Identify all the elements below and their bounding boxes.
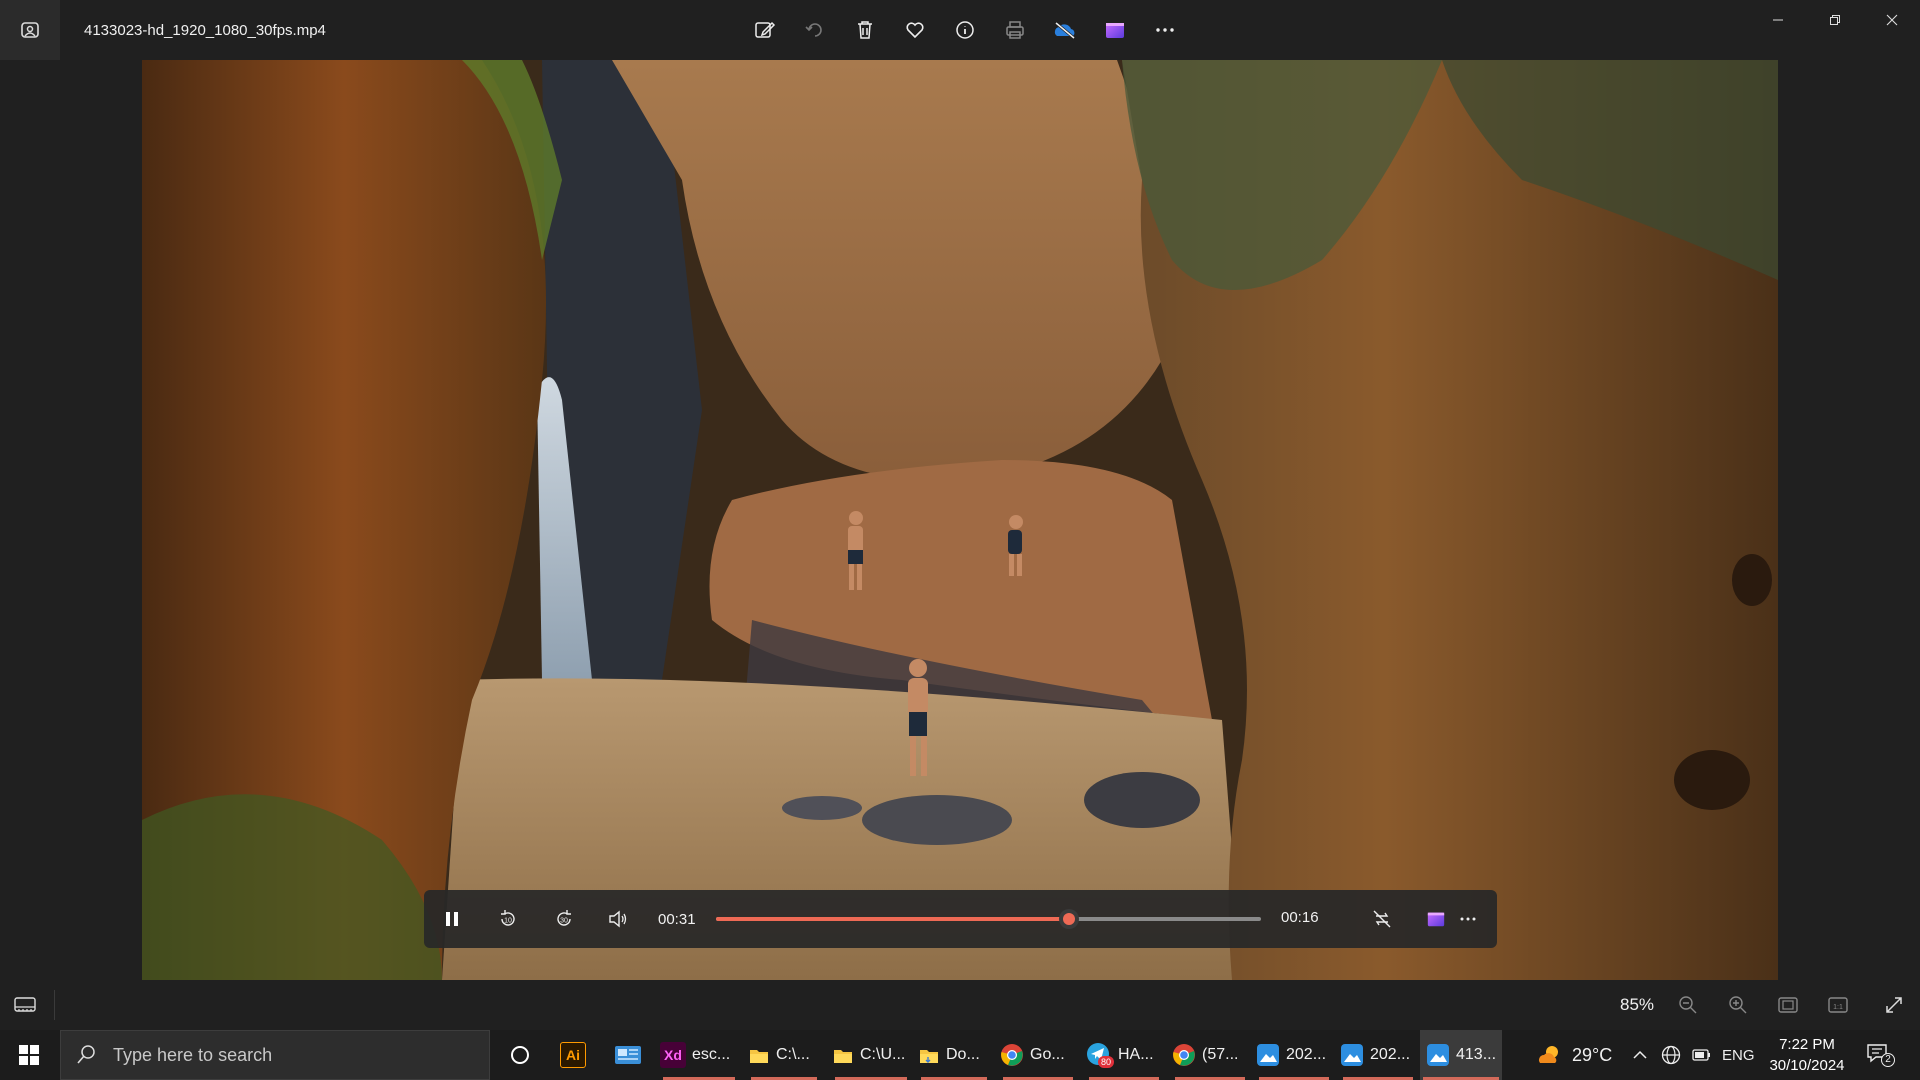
taskbar-item-label: C:\... <box>776 1046 810 1063</box>
fit-to-window-icon[interactable] <box>1771 988 1805 1022</box>
xd-icon: Xd <box>660 1042 686 1068</box>
video-frame[interactable] <box>142 60 1778 980</box>
svg-text:30: 30 <box>560 918 568 925</box>
pause-icon[interactable] <box>432 899 472 939</box>
media-controls: 10 30 00:31 00:16 <box>424 890 1497 948</box>
close-icon[interactable] <box>1863 0 1920 40</box>
taskbar-item-photos-3[interactable]: 413... <box>1420 1030 1502 1080</box>
taskbar-item-folder-2[interactable]: C:\U... <box>832 1030 910 1080</box>
photos-app-window: 4133023-hd_1920_1080_30fps.mp4 10 30 00:… <box>0 0 1920 1030</box>
chrome-icon <box>1001 1044 1023 1066</box>
forward-30-icon[interactable]: 30 <box>544 899 584 939</box>
search-placeholder: Type here to search <box>113 1044 273 1065</box>
taskbar-item-label: 202... <box>1286 1046 1327 1063</box>
notification-center-icon[interactable]: 2 <box>1866 1030 1896 1080</box>
show-hidden-icons[interactable] <box>1632 1030 1648 1080</box>
taskbar-item-label: esc... <box>692 1046 731 1063</box>
weather-cloud-sun-icon <box>1539 1046 1558 1063</box>
illustrator-logo: Ai <box>560 1042 586 1068</box>
taskbar-item-photos-1[interactable]: 202... <box>1256 1030 1332 1080</box>
illustrator-icon[interactable]: Ai <box>560 1030 586 1080</box>
weather-temp: 29°C <box>1572 1044 1613 1065</box>
actual-size-icon[interactable]: 1:1 <box>1821 988 1855 1022</box>
taskbar-item-chrome-2[interactable]: (57... <box>1172 1030 1248 1080</box>
input-language[interactable]: ENG <box>1722 1030 1755 1080</box>
clock-time: 7:22 PM <box>1779 1036 1835 1053</box>
taskbar-item-label: 202... <box>1370 1046 1411 1063</box>
taskbar-item-xd[interactable]: Xd esc... <box>660 1030 738 1080</box>
repeat-off-icon[interactable] <box>1362 899 1402 939</box>
taskbar-item-chrome-1[interactable]: Go... <box>1000 1030 1076 1080</box>
notification-count: 2 <box>1881 1053 1895 1067</box>
waterfall-canyon-scene <box>142 60 1778 980</box>
seek-thumb[interactable] <box>1059 909 1080 929</box>
photos-icon <box>1427 1044 1449 1066</box>
zoom-level: 85% <box>1620 995 1655 1014</box>
restore-icon[interactable] <box>1806 0 1863 40</box>
rotate-icon[interactable] <box>795 10 835 50</box>
full-screen-icon[interactable] <box>1877 988 1911 1022</box>
title-bar: 4133023-hd_1920_1080_30fps.mp4 <box>0 0 1920 60</box>
remaining-time: 00:16 <box>1281 909 1319 926</box>
battery-icon[interactable] <box>1690 1030 1712 1080</box>
taskbar-item-label: C:\U... <box>860 1046 906 1063</box>
zoom-in-icon[interactable] <box>1721 988 1755 1022</box>
taskbar-search-box[interactable]: Type here to search <box>60 1030 490 1080</box>
taskbar-item-label: Go... <box>1030 1046 1065 1063</box>
edit-image-icon[interactable] <box>745 10 785 50</box>
clock-date: 30/10/2024 <box>1769 1057 1845 1074</box>
taskbar-item-folder-1[interactable]: C:\... <box>748 1030 820 1080</box>
news-app-icon[interactable] <box>614 1030 642 1080</box>
filmstrip-icon[interactable] <box>8 988 42 1022</box>
seek-progress <box>716 917 1070 921</box>
taskbar: Type here to search Ai Xd esc... C:\... … <box>0 1030 1920 1080</box>
chrome-icon <box>1173 1044 1195 1066</box>
network-icon[interactable] <box>1660 1030 1682 1080</box>
svg-text:1:1: 1:1 <box>1833 1004 1843 1011</box>
rewind-10-icon[interactable]: 10 <box>488 899 528 939</box>
taskbar-item-label: (57... <box>1202 1046 1239 1063</box>
favorite-icon[interactable] <box>895 10 935 50</box>
onedrive-icon[interactable] <box>1045 10 1085 50</box>
info-icon[interactable] <box>945 10 985 50</box>
folder-icon <box>750 1050 768 1063</box>
window-title: 4133023-hd_1920_1080_30fps.mp4 <box>84 21 326 39</box>
photos-icon <box>1257 1044 1279 1066</box>
seek-bar[interactable] <box>716 909 1261 929</box>
search-icon <box>77 1045 95 1064</box>
more-icon[interactable] <box>1448 899 1488 939</box>
notification-badge: 80 <box>1098 1056 1115 1068</box>
photos-app-icon[interactable] <box>0 0 60 60</box>
elapsed-time: 00:31 <box>658 910 696 928</box>
taskbar-item-label: 413... <box>1456 1046 1497 1063</box>
taskbar-item-telegram[interactable]: 80 HA... <box>1086 1030 1162 1080</box>
folder-icon <box>920 1050 938 1063</box>
print-icon[interactable] <box>995 10 1035 50</box>
taskbar-item-photos-2[interactable]: 202... <box>1340 1030 1416 1080</box>
delete-icon[interactable] <box>845 10 885 50</box>
toolbar <box>745 10 1185 50</box>
taskbar-item-label: HA... <box>1118 1046 1154 1063</box>
system-clock[interactable]: 7:22 PM 30/10/2024 <box>1765 1034 1849 1076</box>
divider <box>54 990 55 1020</box>
status-bar: 85% 1:1 <box>0 980 1920 1030</box>
weather-widget[interactable]: 29°C <box>1536 1030 1612 1080</box>
zoom-out-icon[interactable] <box>1671 988 1705 1022</box>
photos-icon <box>1341 1044 1363 1066</box>
taskbar-item-folder-3[interactable]: Do... <box>918 1030 990 1080</box>
folder-icon <box>834 1050 852 1063</box>
svg-text:10: 10 <box>504 918 512 925</box>
windows-start-icon[interactable] <box>0 1030 58 1080</box>
clipchamp-icon[interactable] <box>1095 10 1135 50</box>
window-controls <box>1749 0 1920 40</box>
chevron-up-icon <box>1633 1050 1647 1059</box>
volume-icon[interactable] <box>598 899 638 939</box>
minimize-icon[interactable] <box>1749 0 1806 40</box>
more-icon[interactable] <box>1145 10 1185 50</box>
task-view-icon[interactable] <box>504 1030 536 1080</box>
taskbar-item-label: Do... <box>946 1046 980 1063</box>
